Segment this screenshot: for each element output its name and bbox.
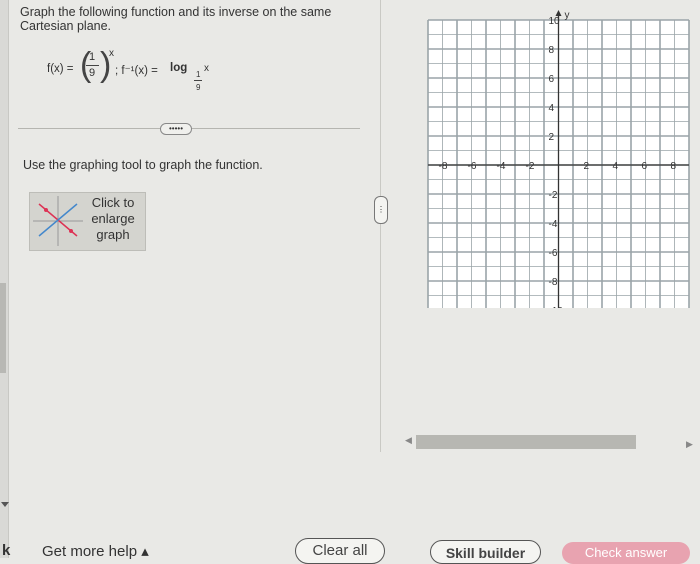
- x-tick-label: 4: [613, 161, 619, 172]
- y-tick-label: 10: [549, 16, 561, 27]
- enlarge-label: Click to enlarge graph: [91, 195, 135, 242]
- x-tick-label: -6: [468, 161, 477, 172]
- horizontal-scrollbar[interactable]: [416, 435, 636, 449]
- left-panel-edge: [0, 0, 9, 558]
- log-base-numerator: 1: [196, 70, 201, 79]
- x-tick-label: -8: [439, 161, 448, 172]
- skill-builder-button[interactable]: Skill builder: [430, 540, 541, 564]
- coordinate-plane[interactable]: y-10-8-6-4-22468108642-2-4-6-8-10: [410, 8, 700, 317]
- log-argument: x: [204, 63, 209, 74]
- y-tick-label: -6: [549, 248, 558, 259]
- log-base-bar: [194, 80, 202, 81]
- y-tick-label: 8: [549, 45, 555, 56]
- frac-bar: [86, 65, 99, 66]
- y-tick-label: 2: [549, 132, 555, 143]
- check-answer-button[interactable]: Check answer: [562, 542, 690, 564]
- log-base-denominator: 9: [196, 83, 201, 92]
- inverse-label: ; f⁻¹(x) =: [115, 65, 158, 77]
- x-tick-label: 8: [671, 161, 677, 172]
- scroll-right-icon[interactable]: ▶: [686, 439, 693, 450]
- question-title: Graph the following function and its inv…: [20, 5, 332, 33]
- exponent: x: [109, 48, 114, 59]
- y-tick-label: -2: [549, 190, 558, 201]
- y-tick-label: -10: [549, 306, 564, 308]
- panel-splitter[interactable]: [380, 0, 381, 452]
- more-options-button[interactable]: •••••: [160, 123, 192, 135]
- x-tick-label: 2: [584, 161, 590, 172]
- scroll-left-icon[interactable]: ◀: [405, 435, 412, 446]
- y-tick-label: -8: [549, 277, 558, 288]
- frac-denominator: 9: [89, 67, 96, 79]
- prev-label[interactable]: k: [2, 542, 10, 559]
- y-tick-label: 4: [549, 103, 555, 114]
- x-tick-label: -2: [526, 161, 535, 172]
- clear-all-button[interactable]: Clear all: [295, 538, 385, 564]
- collapse-arrow-icon[interactable]: [1, 502, 9, 507]
- log-label: log: [170, 62, 188, 74]
- scroll-indicator[interactable]: [0, 283, 6, 373]
- graph-area[interactable]: y-10-8-6-4-22468108642-2-4-6-8-10: [410, 8, 700, 317]
- graph-thumbnail-icon: [33, 196, 83, 246]
- y-tick-label: 6: [549, 74, 555, 85]
- enlarge-graph-button[interactable]: Click to enlarge graph: [29, 192, 146, 251]
- instruction-text: Use the graphing tool to graph the funct…: [23, 158, 263, 172]
- get-more-help-button[interactable]: Get more help ▴: [42, 542, 149, 560]
- x-tick-label: 6: [642, 161, 648, 172]
- y-tick-label: -4: [549, 219, 558, 230]
- y-axis-label: y: [565, 10, 570, 21]
- f-label: f(x) =: [47, 63, 74, 75]
- bottom-bar: k Get more help ▴ Clear all Skill builde…: [0, 532, 700, 564]
- x-tick-label: -4: [497, 161, 506, 172]
- frac-numerator: 1: [89, 51, 96, 63]
- formula: f(x) = ( 1 9 ) x ; f⁻¹(x) = log 1 9 x: [47, 46, 247, 102]
- splitter-handle[interactable]: ⋮: [374, 196, 388, 224]
